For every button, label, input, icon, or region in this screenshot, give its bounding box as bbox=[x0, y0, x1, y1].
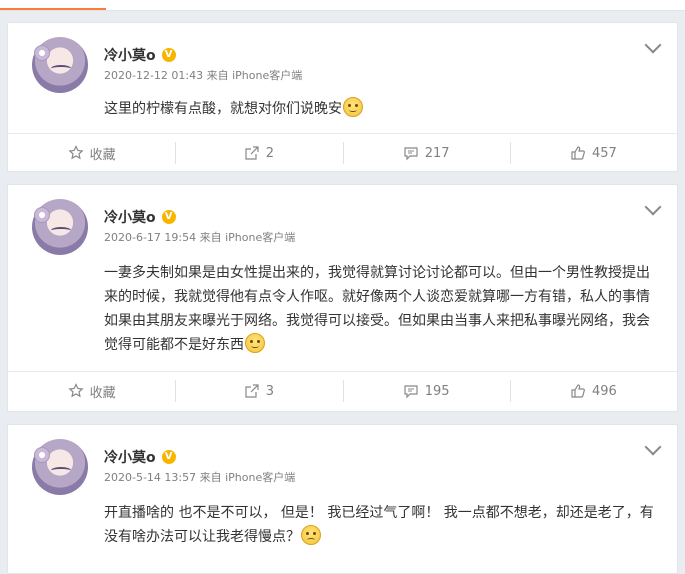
like-button[interactable]: 457 bbox=[509, 142, 677, 164]
author-name[interactable]: 冷小莫o V bbox=[104, 45, 176, 65]
share-icon bbox=[245, 384, 259, 398]
weibo-post: 冷小莫o V 2020-6-17 19:54 来自 iPhone客户端 一妻多夫… bbox=[7, 184, 678, 412]
sad-emoji-icon bbox=[301, 525, 321, 545]
author-name[interactable]: 冷小莫o V bbox=[104, 447, 176, 467]
post-text: 开直播啥的 也不是不可以， 但是！ 我已经过气了啊！ 我一点都不想老，却还是老了… bbox=[104, 501, 659, 549]
comment-count: 217 bbox=[424, 145, 450, 161]
post-text-content: 开直播啥的 也不是不可以， 但是！ 我已经过气了啊！ 我一点都不想老，却还是老了… bbox=[104, 505, 654, 545]
thumbs-up-icon bbox=[571, 384, 585, 398]
like-button[interactable]: 496 bbox=[509, 380, 677, 402]
verified-badge-icon: V bbox=[161, 450, 176, 464]
post-text-content: 一妻多夫制如果是由女性提出来的，我觉得就算讨论讨论都可以。但由一个男性教授提出来… bbox=[104, 265, 650, 353]
top-nav-bar bbox=[0, 0, 685, 11]
share-icon bbox=[245, 146, 259, 160]
star-icon bbox=[68, 145, 84, 160]
share-count: 3 bbox=[265, 383, 275, 399]
avatar[interactable] bbox=[32, 439, 88, 495]
share-button[interactable]: 2 bbox=[175, 142, 342, 164]
favorite-button[interactable]: 收藏 bbox=[8, 380, 175, 402]
verified-badge-icon: V bbox=[161, 210, 176, 224]
chevron-down-icon[interactable] bbox=[644, 198, 662, 216]
comment-button[interactable]: 195 bbox=[342, 380, 510, 402]
like-count: 496 bbox=[591, 383, 617, 399]
post-meta: 2020-12-12 01:43 来自 iPhone客户端 bbox=[104, 69, 303, 82]
active-tab-indicator bbox=[0, 8, 106, 10]
post-text-content: 这里的柠檬有点酸，就想对你们说晚安 bbox=[104, 101, 342, 117]
avatar[interactable] bbox=[32, 199, 88, 255]
post-text: 这里的柠檬有点酸，就想对你们说晚安 bbox=[104, 97, 659, 121]
favorite-button[interactable]: 收藏 bbox=[8, 142, 175, 164]
smile-emoji-icon bbox=[343, 97, 363, 117]
author-name-text[interactable]: 冷小莫o bbox=[104, 45, 156, 65]
share-button[interactable]: 3 bbox=[175, 380, 342, 402]
favorite-label: 收藏 bbox=[89, 385, 116, 401]
action-bar: 收藏 2 217 457 bbox=[8, 133, 677, 172]
chevron-down-icon[interactable] bbox=[644, 36, 662, 54]
comment-button[interactable]: 217 bbox=[342, 142, 510, 164]
comment-icon bbox=[404, 385, 418, 399]
star-icon bbox=[68, 383, 84, 398]
author-name-text[interactable]: 冷小莫o bbox=[104, 447, 156, 467]
favorite-label: 收藏 bbox=[89, 147, 116, 163]
like-count: 457 bbox=[591, 145, 617, 161]
comment-icon bbox=[404, 147, 418, 161]
chevron-down-icon[interactable] bbox=[644, 438, 662, 456]
author-name-text[interactable]: 冷小莫o bbox=[104, 207, 156, 227]
weibo-post: 冷小莫o V 2020-5-14 13:57 来自 iPhone客户端 开直播啥… bbox=[7, 424, 678, 574]
smile-emoji-icon bbox=[245, 333, 265, 353]
post-meta: 2020-6-17 19:54 来自 iPhone客户端 bbox=[104, 231, 296, 244]
avatar[interactable] bbox=[32, 37, 88, 93]
comment-count: 195 bbox=[424, 383, 450, 399]
post-meta: 2020-5-14 13:57 来自 iPhone客户端 bbox=[104, 471, 296, 484]
action-bar: 收藏 3 195 496 bbox=[8, 371, 677, 410]
share-count: 2 bbox=[265, 145, 275, 161]
verified-badge-icon: V bbox=[161, 48, 176, 62]
weibo-post: 冷小莫o V 2020-12-12 01:43 来自 iPhone客户端 这里的… bbox=[7, 22, 678, 172]
post-text: 一妻多夫制如果是由女性提出来的，我觉得就算讨论讨论都可以。但由一个男性教授提出来… bbox=[104, 261, 659, 357]
author-name[interactable]: 冷小莫o V bbox=[104, 207, 176, 227]
thumbs-up-icon bbox=[571, 146, 585, 160]
